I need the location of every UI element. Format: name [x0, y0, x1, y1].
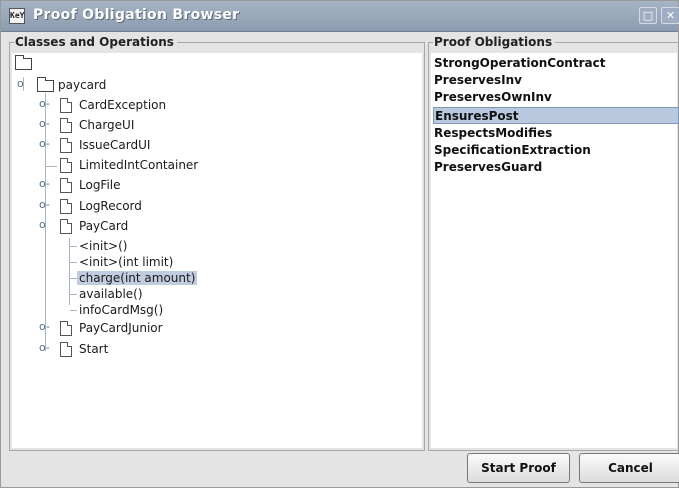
- tree-node-class[interactable]: o- IssueCardUI: [12, 137, 312, 155]
- class-file-icon: [60, 118, 72, 133]
- maximize-icon[interactable]: □: [639, 7, 657, 24]
- cancel-button[interactable]: Cancel: [579, 453, 679, 483]
- proof-obligation-item-selected[interactable]: EnsuresPost: [433, 107, 679, 124]
- proof-obligations-title: Proof Obligations: [433, 35, 556, 49]
- class-file-icon: [60, 342, 72, 357]
- proof-obligation-item[interactable]: PreservesOwnInv: [433, 89, 679, 106]
- tree-collapsed-handle-icon[interactable]: o-: [39, 199, 51, 211]
- tree-label-paycard: paycard: [58, 78, 107, 92]
- tree-label-class: LogFile: [79, 178, 121, 192]
- tree-label-operation: <init>(int limit): [79, 255, 174, 269]
- tree-collapsed-handle-icon[interactable]: o-: [39, 321, 51, 333]
- proof-obligation-item[interactable]: SpecificationExtraction: [433, 142, 679, 159]
- key-app-icon: KeY: [9, 8, 25, 24]
- class-file-icon: [60, 98, 72, 113]
- tree-node-operation[interactable]: infoCardMsg(): [12, 302, 312, 320]
- tree-collapsed-handle-icon[interactable]: o-: [39, 178, 51, 190]
- proof-obligation-item[interactable]: RespectsModifies: [433, 125, 679, 142]
- classes-operations-group: Classes and Operations o paycard o- Card…: [9, 35, 425, 451]
- proof-obligation-item[interactable]: StrongOperationContract: [433, 55, 679, 72]
- tree-collapsed-handle-icon[interactable]: o-: [39, 98, 51, 110]
- close-icon[interactable]: ✕: [661, 7, 679, 24]
- class-tree[interactable]: o paycard o- CardException o- ChargeUI o…: [12, 53, 422, 448]
- title-bar[interactable]: KeY Proof Obligation Browser □ ✕: [1, 1, 679, 32]
- tree-label-class: PayCard: [79, 219, 129, 233]
- tree-expanded-handle-icon[interactable]: o: [39, 219, 51, 231]
- tree-label-class: LimitedIntContainer: [79, 158, 199, 172]
- classes-operations-title: Classes and Operations: [14, 35, 177, 49]
- class-file-icon: [60, 321, 72, 336]
- proof-obligations-group: Proof Obligations StrongOperationContrac…: [428, 35, 679, 451]
- proof-obligation-item[interactable]: PreservesInv: [433, 72, 679, 89]
- tree-label-operation-selected: charge(int amount): [77, 271, 198, 285]
- tree-node-class[interactable]: o- ChargeUI: [12, 117, 312, 135]
- root-folder-icon[interactable]: [15, 55, 32, 70]
- tree-label-class: ChargeUI: [79, 118, 135, 132]
- package-folder-icon: [37, 77, 54, 92]
- window-title: Proof Obligation Browser: [33, 7, 240, 23]
- tree-node-class[interactable]: LimitedIntContainer: [12, 157, 312, 175]
- tree-collapsed-handle-icon[interactable]: o-: [39, 118, 51, 130]
- tree-label-class: CardException: [79, 98, 167, 112]
- tree-node-class[interactable]: o- LogRecord: [12, 198, 312, 216]
- tree-node-class[interactable]: o- Start: [12, 341, 312, 359]
- tree-collapsed-handle-icon[interactable]: o-: [39, 342, 51, 354]
- tree-node-class[interactable]: o- LogFile: [12, 177, 312, 195]
- tree-label-class: IssueCardUI: [79, 138, 151, 152]
- tree-node-paycard[interactable]: o paycard: [12, 77, 312, 95]
- tree-node-class[interactable]: o- CardException: [12, 97, 312, 115]
- proof-obligation-browser-window: KeY Proof Obligation Browser □ ✕ Classes…: [0, 0, 679, 488]
- proof-obligations-list[interactable]: StrongOperationContract PreservesInv Pre…: [431, 53, 679, 448]
- tree-label-class: Start: [79, 342, 109, 356]
- tree-label-operation: available(): [79, 287, 143, 301]
- tree-label-class: PayCardJunior: [79, 321, 163, 335]
- tree-label-operation: <init>(): [79, 239, 128, 253]
- class-file-icon: [60, 158, 72, 173]
- class-file-icon: [60, 199, 72, 214]
- tree-label-operation: infoCardMsg(): [79, 303, 164, 317]
- tree-collapsed-handle-icon[interactable]: o-: [39, 138, 51, 150]
- start-proof-button[interactable]: Start Proof: [467, 453, 570, 483]
- tree-label-class: LogRecord: [79, 199, 142, 213]
- tree-expanded-handle-icon[interactable]: o: [17, 78, 29, 90]
- class-file-icon: [60, 138, 72, 153]
- tree-node-paycard-class[interactable]: o PayCard: [12, 218, 312, 236]
- class-file-icon: [60, 178, 72, 193]
- class-file-icon: [60, 219, 72, 234]
- proof-obligation-item[interactable]: PreservesGuard: [433, 159, 679, 176]
- tree-node-class[interactable]: o- PayCardJunior: [12, 320, 312, 338]
